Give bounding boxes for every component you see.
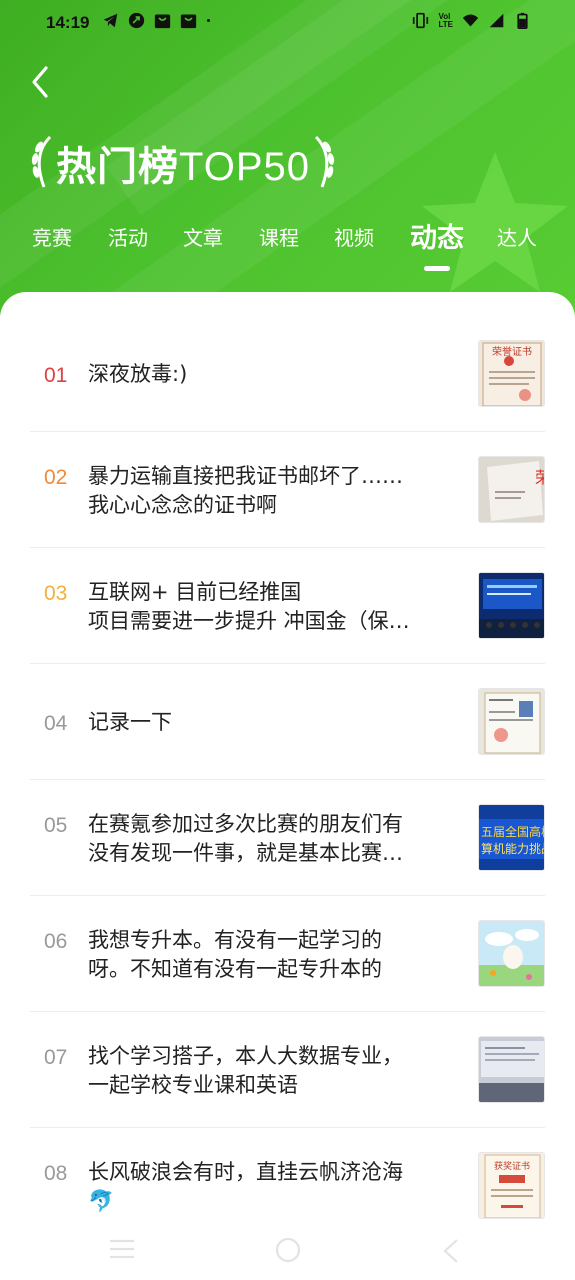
back-button[interactable] — [26, 62, 58, 102]
post-thumbnail: 获奖证书 — [478, 1152, 545, 1219]
vibrate-icon — [413, 12, 429, 29]
post-text: 长风破浪会有时，直挂云帆济沧海 🐬 — [88, 1160, 403, 1213]
rank-number: 08 — [44, 1162, 68, 1185]
post-text: 深夜放毒:) — [88, 362, 188, 386]
menu-icon[interactable] — [108, 1238, 136, 1260]
tab-moments[interactable]: 动态 — [410, 216, 464, 255]
thumb-cert-title: 荣誉证书 — [492, 345, 532, 358]
post-thumbnail — [478, 688, 545, 755]
dot-icon — [207, 19, 210, 22]
shop-bag-icon — [180, 14, 197, 29]
laurel-left-icon — [31, 135, 52, 188]
ranking-list: 01 深夜放毒:) 荣誉证书 02 暴力运输直接把我证书邮坏了…… 我心心念念的… — [0, 292, 575, 1280]
app-circle-icon — [128, 12, 145, 29]
tab-article[interactable]: 文章 — [183, 222, 223, 251]
status-bar: 14:19 Vol LTE — [0, 0, 575, 46]
post-text: 我想专升本。有没有一起学习的 呀。不知道有没有一起专升本的 — [88, 928, 382, 981]
title-en: TOP50 — [179, 145, 310, 189]
post-thumbnail: 五届全国高校 算机能力挑战 — [478, 804, 545, 871]
status-time: 14:19 — [46, 13, 90, 32]
rank-number: 01 — [44, 364, 68, 387]
rank-number: 02 — [44, 466, 68, 489]
battery-icon — [517, 12, 528, 29]
tab-experts[interactable]: 达人 — [497, 222, 537, 251]
category-tabs: 竞赛 活动 文章 课程 视频 动态 达人 — [0, 222, 575, 272]
tab-course[interactable]: 课程 — [259, 222, 299, 251]
post-text: 找个学习搭子，本人大数据专业， 一起学校专业课和英语 — [88, 1044, 403, 1097]
post-thumbnail — [478, 1036, 545, 1103]
tab-activity[interactable]: 活动 — [108, 222, 148, 251]
thumb-cert-char: 荣 — [535, 468, 545, 487]
page-title: 热门榜 TOP50 — [28, 132, 338, 194]
rank-number: 03 — [44, 582, 68, 605]
post-text: 在赛氪参加过多次比赛的朋友们有 没有发现一件事，就是基本比赛… — [88, 812, 403, 865]
list-item[interactable]: 01 深夜放毒:) 荣誉证书 — [30, 316, 545, 432]
list-item[interactable]: 02 暴力运输直接把我证书邮坏了…… 我心心念念的证书啊 荣 — [30, 432, 545, 548]
rank-number: 07 — [44, 1046, 68, 1069]
volte-label-bottom: LTE — [438, 19, 453, 29]
tab-video[interactable]: 视频 — [334, 222, 374, 251]
back-triangle-icon[interactable] — [440, 1238, 462, 1264]
post-thumbnail — [478, 572, 545, 639]
post-text: 互联网+ 目前已经推国 项目需要进一步提升 冲国金（保… — [88, 580, 410, 633]
system-nav-bar — [0, 1220, 575, 1280]
rank-number: 04 — [44, 712, 68, 735]
active-tab-indicator — [424, 266, 450, 271]
laurel-right-icon — [314, 135, 335, 188]
thumb-banner-bottom: 算机能力挑战 — [481, 841, 545, 856]
thumb-award-title: 获奖证书 — [494, 1160, 530, 1172]
list-item[interactable]: 05 在赛氪参加过多次比赛的朋友们有 没有发现一件事，就是基本比赛… 五届全国高… — [30, 780, 545, 896]
title-cn: 热门榜 — [56, 144, 179, 190]
rank-number: 06 — [44, 930, 68, 953]
signal-icon — [489, 13, 504, 28]
home-circle-icon[interactable] — [274, 1236, 302, 1264]
volte-icon: Vol LTE — [438, 12, 453, 29]
thumb-banner-top: 五届全国高校 — [481, 824, 545, 839]
post-thumbnail: 荣 — [478, 456, 545, 523]
list-item[interactable]: 03 互联网+ 目前已经推国 项目需要进一步提升 冲国金（保… — [30, 548, 545, 664]
post-thumbnail: 荣誉证书 — [478, 340, 545, 407]
tab-competition[interactable]: 竞赛 — [32, 222, 72, 251]
list-item[interactable]: 04 记录一下 — [30, 664, 545, 780]
header-banner: 14:19 Vol LTE 热门榜 TOP50 竞赛 活动 文章 课程 视频 动… — [0, 0, 575, 320]
post-text: 记录一下 — [88, 710, 172, 734]
shop-bag-icon — [154, 14, 171, 29]
rank-number: 05 — [44, 814, 68, 837]
post-thumbnail — [478, 920, 545, 987]
telegram-icon — [103, 13, 118, 28]
wifi-icon — [462, 14, 479, 27]
list-item[interactable]: 07 找个学习搭子，本人大数据专业， 一起学校专业课和英语 — [30, 1012, 545, 1128]
list-item[interactable]: 06 我想专升本。有没有一起学习的 呀。不知道有没有一起专升本的 — [30, 896, 545, 1012]
post-text: 暴力运输直接把我证书邮坏了…… 我心心念念的证书啊 — [88, 464, 403, 517]
